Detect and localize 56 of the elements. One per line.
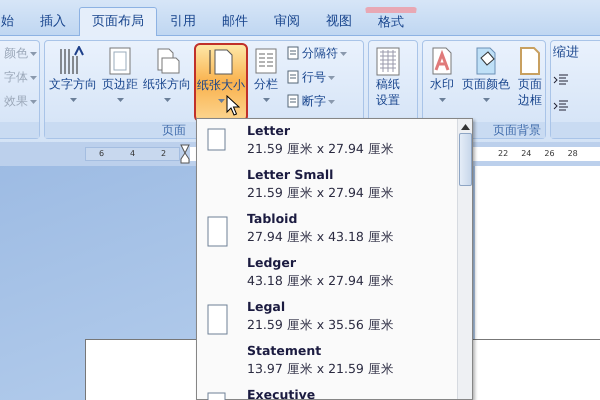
ribbon-tab[interactable]: 始 xyxy=(0,7,27,35)
caret-icon xyxy=(218,98,224,103)
ribbon-tab[interactable]: 插入 xyxy=(27,7,79,35)
mouse-cursor-icon xyxy=(226,95,240,117)
ribbon-button[interactable]: 页边距 xyxy=(100,43,140,122)
ribbon-button[interactable]: 纸张方向 xyxy=(141,43,193,122)
indent-icon[interactable] xyxy=(553,73,569,88)
ribbon-tab[interactable]: 邮件 xyxy=(209,7,261,35)
scroll-up-icon[interactable] xyxy=(460,124,470,130)
ribbon-button[interactable]: 分隔符 xyxy=(284,43,349,63)
paper-size-item[interactable]: Legal 21.59 厘米 x 35.56 厘米 xyxy=(207,298,457,342)
ruler-number: 24 xyxy=(521,148,532,160)
caret-icon xyxy=(30,100,37,104)
caret-icon xyxy=(30,76,37,80)
indent-marker-icon[interactable] xyxy=(180,144,190,164)
scroll-bar[interactable] xyxy=(457,119,472,399)
caret-icon xyxy=(340,52,347,56)
paper-size-item[interactable]: Ledger 43.18 厘米 x 27.94 厘米 xyxy=(207,254,457,298)
ribbon-tab[interactable]: 页面布局 xyxy=(79,7,157,36)
paper-size-item[interactable]: Letter Small 21.59 厘米 x 27.94 厘米 xyxy=(207,166,457,210)
small-page-icon xyxy=(286,46,300,60)
group-heading: 缩进 xyxy=(553,44,579,62)
ribbon-button[interactable]: 页面颜色 xyxy=(460,43,512,122)
caret-icon xyxy=(438,98,446,102)
caret-icon xyxy=(262,98,270,102)
group-footer xyxy=(0,122,39,138)
scroll-thumb[interactable] xyxy=(458,133,472,186)
ruler-number: 26 xyxy=(544,148,555,160)
small-page-icon xyxy=(286,70,300,84)
ruler-number: 22 xyxy=(498,148,508,160)
ribbon-button[interactable]: 纸张大小 xyxy=(194,43,248,122)
ribbon-button[interactable]: 页面 边框 xyxy=(513,43,547,122)
caret-icon xyxy=(116,98,124,102)
paper-size-item[interactable]: Executive xyxy=(207,386,457,400)
ruler-number: 4 xyxy=(130,148,136,160)
ruler-number: 28 xyxy=(568,148,578,160)
ribbon-tab[interactable]: 视图 xyxy=(313,7,365,35)
ribbon-button[interactable]: 断字 xyxy=(284,91,349,111)
ribbon-button[interactable]: 行号 xyxy=(284,67,349,87)
ribbon-button[interactable]: 分栏 xyxy=(249,43,283,122)
ribbon-button[interactable]: 文字方向 xyxy=(47,43,99,122)
ruler-number: 2 xyxy=(160,148,166,160)
paper-size-item[interactable]: Tabloid 27.94 厘米 x 43.18 厘米 xyxy=(207,210,457,254)
small-page-icon xyxy=(286,94,300,108)
caret-icon xyxy=(164,98,170,102)
indent-icon[interactable] xyxy=(553,99,569,114)
ribbon-tab[interactable]: 引用 xyxy=(157,7,209,35)
caret-icon xyxy=(70,98,76,102)
paper-size-item[interactable]: Statement 13.97 厘米 x 21.59 厘米 xyxy=(207,342,457,386)
caret-icon xyxy=(482,98,490,102)
caret-icon xyxy=(328,100,335,104)
ruler-number: 6 xyxy=(98,148,104,160)
caret-icon xyxy=(328,76,335,80)
caret-icon xyxy=(30,52,37,56)
group-footer xyxy=(551,122,600,138)
ribbon-tab[interactable]: 审阅 xyxy=(261,7,313,35)
